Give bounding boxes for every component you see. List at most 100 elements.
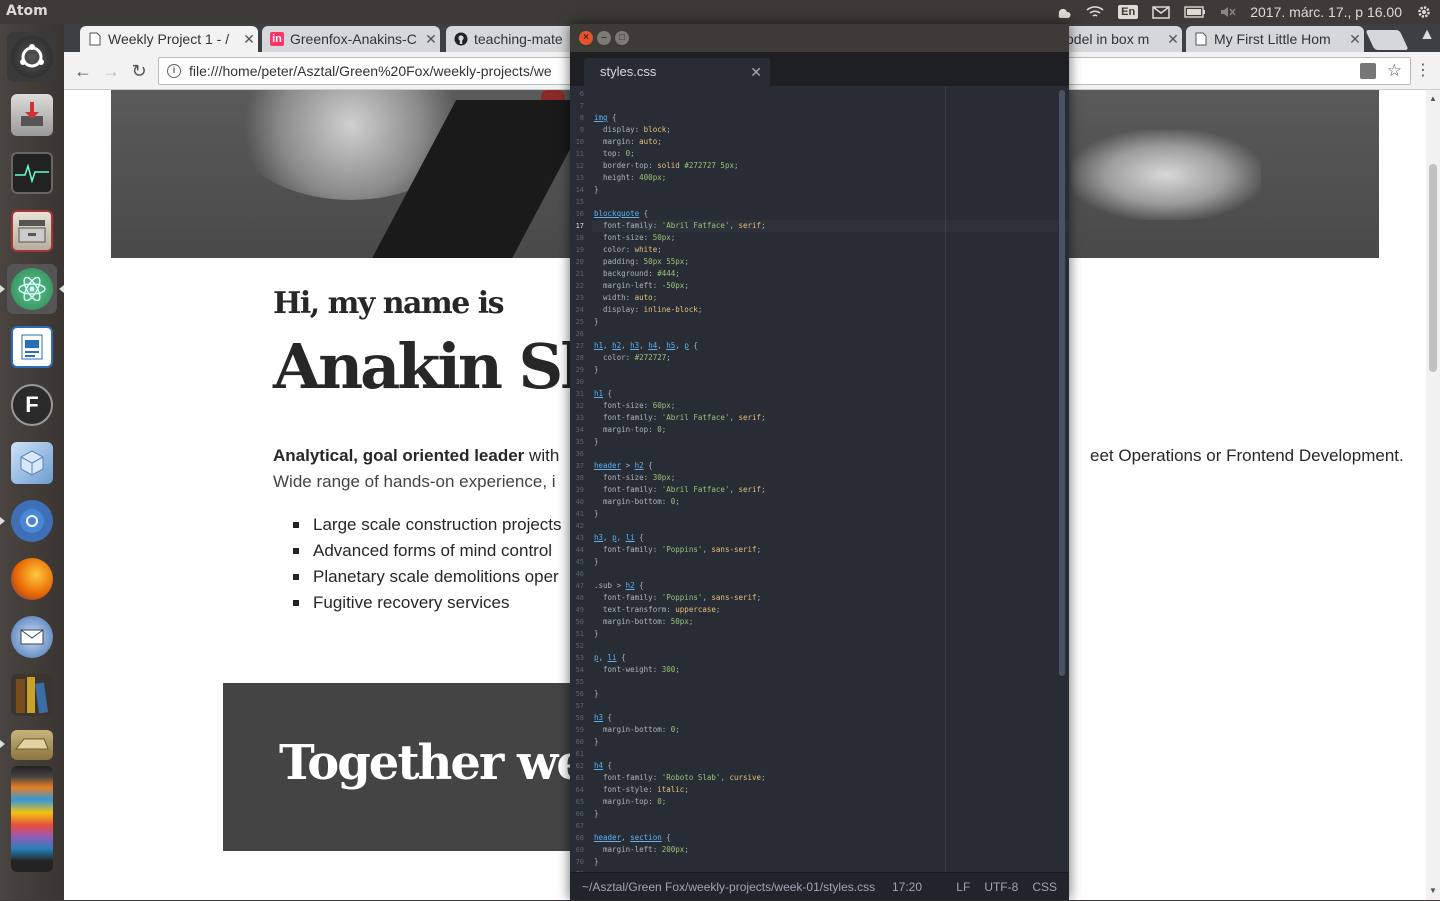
code-line[interactable]: img {	[594, 112, 617, 124]
code-line[interactable]: font-family: 'Poppins', sans-serif;	[594, 592, 761, 604]
installer-icon[interactable]	[7, 90, 57, 140]
code-line[interactable]: p, li {	[594, 652, 626, 664]
code-line[interactable]: top: 0;	[594, 148, 635, 160]
clock[interactable]: 2017. márc. 17., p 16.00	[1250, 4, 1402, 20]
back-button[interactable]: ←	[72, 60, 94, 82]
code-line[interactable]: h3 {	[594, 712, 612, 724]
battery-icon[interactable]	[1184, 6, 1206, 18]
system-monitor-icon[interactable]	[7, 148, 57, 198]
code-line[interactable]: margin-top: 0;	[594, 424, 666, 436]
profile-icon[interactable]: ▲	[1416, 26, 1438, 48]
cube-app-icon[interactable]	[7, 438, 57, 488]
bookmark-star-icon[interactable]: ☆	[1387, 58, 1402, 84]
writer-icon[interactable]	[7, 322, 57, 372]
code-line[interactable]: color: white;	[594, 244, 662, 256]
code-line[interactable]: margin-left: -50px;	[594, 280, 689, 292]
gear-icon[interactable]	[1416, 4, 1432, 20]
code-line[interactable]: }	[594, 436, 599, 448]
code-line[interactable]: height: 400px;	[594, 172, 666, 184]
browser-tab-model[interactable]: odel in box m ✕	[1064, 26, 1182, 52]
code-line[interactable]: }	[594, 184, 599, 196]
encoding-selector[interactable]: UTF-8	[984, 873, 1018, 901]
code-line[interactable]: display: inline-block;	[594, 304, 702, 316]
volume-muted-icon[interactable]	[1220, 5, 1236, 19]
new-tab-button[interactable]	[1365, 30, 1409, 50]
code-line[interactable]: }	[594, 556, 599, 568]
code-line[interactable]: text-transform: uppercase;	[594, 604, 720, 616]
code-line[interactable]: }	[594, 628, 599, 640]
code-line[interactable]: font-size: 60px;	[594, 400, 675, 412]
files-icon[interactable]	[7, 206, 57, 256]
code-line[interactable]: }	[594, 856, 599, 868]
code-line[interactable]: font-size: 30px;	[594, 472, 675, 484]
code-line[interactable]: }	[594, 688, 599, 700]
atom-icon[interactable]	[7, 264, 57, 314]
close-window-button[interactable]: ×	[579, 31, 593, 45]
code-line[interactable]: font-family: 'Roboto Slab', cursive;	[594, 772, 766, 784]
code-line[interactable]: font-weight: 300;	[594, 664, 680, 676]
reload-button[interactable]: ↻	[128, 60, 150, 82]
code-line[interactable]: padding: 50px 55px;	[594, 256, 689, 268]
close-tab-icon[interactable]: ✕	[1346, 31, 1364, 48]
dropbox-icon[interactable]	[1056, 4, 1072, 20]
code-line[interactable]: font-family: 'Abril Fatface', serif;	[594, 220, 766, 232]
code-line[interactable]: font-style: italic;	[594, 784, 689, 796]
close-tab-icon[interactable]: ✕	[750, 58, 762, 86]
code-line[interactable]: margin: auto;	[594, 136, 662, 148]
code-line[interactable]: font-family: 'Abril Fatface', serif;	[594, 484, 766, 496]
browser-tab-weekly-project[interactable]: Weekly Project 1 - / ✕	[80, 26, 258, 52]
code-line[interactable]: display: block;	[594, 124, 671, 136]
code-line[interactable]: margin-top: 0;	[594, 796, 666, 808]
code-line[interactable]: font-family: 'Abril Fatface', serif;	[594, 412, 766, 424]
scanner-icon[interactable]	[7, 728, 57, 762]
editor-scrollbar[interactable]	[1059, 90, 1065, 676]
code-line[interactable]: header > h2 {	[594, 460, 653, 472]
grammar-selector[interactable]: CSS	[1032, 873, 1057, 901]
code-line[interactable]: border-top: solid #272727 5px;	[594, 160, 738, 172]
code-line[interactable]: h1 {	[594, 388, 612, 400]
code-line[interactable]: }	[594, 736, 599, 748]
code-line[interactable]: }	[594, 364, 599, 376]
stacked-apps-icon[interactable]	[7, 764, 57, 874]
browser-tab-teaching[interactable]: teaching-mate	[446, 26, 576, 52]
firefox-icon[interactable]	[7, 554, 57, 604]
f-app-icon[interactable]: F	[7, 380, 57, 430]
code-line[interactable]: margin-bottom: 0;	[594, 724, 680, 736]
code-line[interactable]: h4 {	[594, 760, 612, 772]
code-line[interactable]: .sub > h2 {	[594, 580, 644, 592]
editor-tab-styles[interactable]: styles.css ✕	[584, 58, 770, 86]
cursor-position[interactable]: 17:20	[892, 873, 922, 901]
line-ending-selector[interactable]: LF	[956, 873, 970, 901]
code-line[interactable]: h1, h2, h3, h4, h5, p {	[594, 340, 698, 352]
close-tab-icon[interactable]: ✕	[1164, 31, 1182, 48]
code-line[interactable]: h3, p, li {	[594, 532, 644, 544]
code-line[interactable]: width: auto;	[594, 292, 657, 304]
code-line[interactable]: margin-bottom: 50px;	[594, 616, 693, 628]
minimize-window-button[interactable]: –	[597, 31, 611, 45]
translate-icon[interactable]	[1360, 63, 1376, 79]
code-line[interactable]: font-family: 'Poppins', sans-serif;	[594, 544, 761, 556]
code-line[interactable]: blockquote {	[594, 208, 648, 220]
maximize-window-button[interactable]: □	[615, 31, 629, 45]
menu-icon[interactable]: ⋮	[1412, 60, 1434, 82]
window-titlebar[interactable]: × – □	[570, 24, 1069, 52]
forward-button[interactable]: →	[100, 60, 122, 82]
page-scrollbar[interactable]: ▲ ▼	[1426, 90, 1440, 900]
scrollbar-thumb[interactable]	[1429, 164, 1437, 372]
code-editor[interactable]: 6 7 8 9 10 11 12 13 14 15 16 17 18 19 20 21 22 23 24 25 26 27…	[570, 86, 1069, 872]
code-line[interactable]: margin-left: 200px;	[594, 844, 689, 856]
calibre-icon[interactable]	[7, 670, 57, 720]
code-line[interactable]: header, section {	[594, 832, 671, 844]
code-line[interactable]: color: #272727;	[594, 352, 671, 364]
code-line[interactable]: font-size: 50px;	[594, 232, 675, 244]
code-line[interactable]: }	[594, 508, 599, 520]
ubuntu-icon[interactable]	[7, 32, 57, 82]
code-line[interactable]: margin-bottom: 0;	[594, 496, 680, 508]
chromium-icon[interactable]	[7, 496, 57, 546]
wifi-icon[interactable]	[1086, 5, 1104, 19]
info-icon[interactable]: i	[167, 64, 181, 78]
browser-tab-my-first[interactable]: My First Little Hom ✕	[1186, 26, 1364, 52]
mail-icon[interactable]	[1152, 5, 1170, 19]
code-line[interactable]: background: #444;	[594, 268, 680, 280]
close-tab-icon[interactable]: ✕	[240, 31, 258, 48]
